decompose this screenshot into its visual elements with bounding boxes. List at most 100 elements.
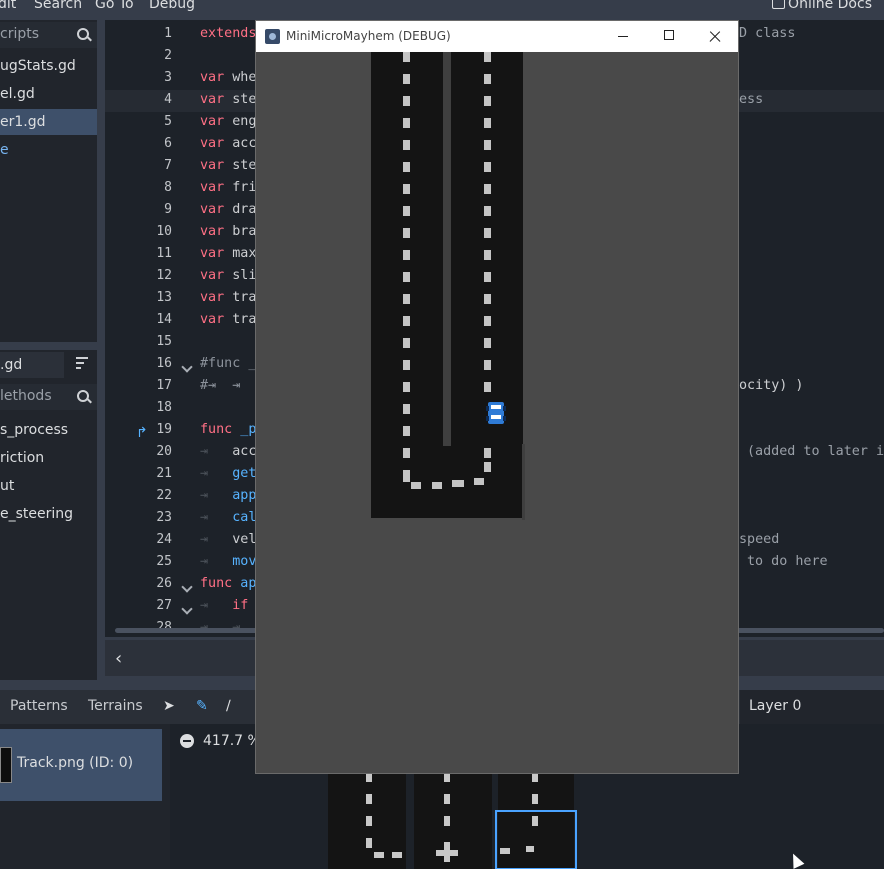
lane-dash xyxy=(484,448,491,458)
menu-bar: dit Search Go To Debug Online Docs xyxy=(0,0,884,14)
script-item[interactable]: ugStats.gd xyxy=(0,53,97,79)
methods-filter[interactable]: lethods xyxy=(0,384,97,410)
code-line: ⇥ app xyxy=(200,488,257,503)
lane-dash xyxy=(403,316,410,326)
fold-arrow-icon[interactable] xyxy=(183,605,191,613)
code-overflow-text: (added to later i xyxy=(747,444,884,459)
tile-source-item[interactable]: Track.png (ID: 0) xyxy=(0,729,162,801)
race-track xyxy=(371,52,525,520)
lane-dash xyxy=(484,96,491,106)
chevron-left-icon[interactable]: ‹ xyxy=(115,648,122,669)
sort-icon[interactable] xyxy=(76,356,90,370)
layer-select[interactable]: Layer 0 xyxy=(740,690,884,724)
menu-debug[interactable]: Debug xyxy=(149,0,195,12)
script-item[interactable]: e xyxy=(0,137,97,163)
method-item[interactable]: s_process xyxy=(0,416,97,444)
lane-dash xyxy=(484,206,491,216)
code-line: var tra xyxy=(200,312,257,327)
line-number: 16 xyxy=(156,356,172,371)
override-arrow-icon: ↱ xyxy=(136,425,148,441)
minimize-button[interactable] xyxy=(600,21,646,52)
fold-arrow-icon[interactable] xyxy=(183,583,191,591)
line-number: 10 xyxy=(156,224,172,239)
external-link-icon xyxy=(772,0,786,9)
lane-dash xyxy=(484,272,491,282)
code-line: func _p xyxy=(200,422,257,437)
line-number: 15 xyxy=(156,334,172,349)
game-viewport[interactable] xyxy=(256,52,738,773)
line-number: 27 xyxy=(156,598,172,613)
lane-dash xyxy=(403,426,410,436)
line-number: 24 xyxy=(156,532,172,547)
maximize-button[interactable] xyxy=(646,21,692,52)
lane-dash xyxy=(452,480,464,487)
code-overflow-text: ess xyxy=(739,92,764,107)
lane-dash xyxy=(403,272,410,282)
lane-dash xyxy=(411,482,421,489)
lane-dash xyxy=(403,448,410,458)
window-titlebar[interactable]: MiniMicroMayhem (DEBUG) xyxy=(256,21,738,52)
lane-dash xyxy=(403,360,410,370)
lane-dash xyxy=(484,74,491,84)
method-item[interactable]: e_steering xyxy=(0,500,97,528)
lane-dash xyxy=(484,228,491,238)
code-line: var bra xyxy=(200,224,257,239)
code-line: var sli xyxy=(200,268,257,283)
line-number: 11 xyxy=(156,246,172,261)
game-window: MiniMicroMayhem (DEBUG) xyxy=(256,21,738,773)
line-number: 19 xyxy=(156,422,172,437)
code-line: #func _ xyxy=(200,356,257,371)
line-number: 4 xyxy=(164,92,172,107)
lane-dash xyxy=(403,162,410,172)
methods-filter-placeholder: lethods xyxy=(0,388,52,404)
current-file-label: .gd xyxy=(0,352,64,378)
layer-label: Layer 0 xyxy=(749,698,802,714)
menu-goto[interactable]: Go To xyxy=(95,0,134,12)
script-filter[interactable]: cripts xyxy=(0,22,97,48)
line-number: 26 xyxy=(156,576,172,591)
menu-search[interactable]: Search xyxy=(34,0,82,12)
code-overflow-text: speed xyxy=(739,532,780,547)
line-number: 13 xyxy=(156,290,172,305)
code-overflow-text: ocity) ) xyxy=(739,378,804,393)
lane-dash xyxy=(484,140,491,150)
method-item[interactable]: ut xyxy=(0,472,97,500)
online-docs-link[interactable]: Online Docs xyxy=(772,0,872,12)
lane-dash xyxy=(484,184,491,194)
line-number: 20 xyxy=(156,444,172,459)
code-line: var max xyxy=(200,246,257,261)
lane-dash xyxy=(474,478,484,485)
lane-dash xyxy=(403,250,410,260)
lane-dash xyxy=(403,228,410,238)
line-number: 2 xyxy=(164,48,172,63)
fold-arrow-icon[interactable] xyxy=(183,363,191,371)
menu-edit[interactable]: dit xyxy=(0,0,16,12)
tile-thumbnail xyxy=(0,747,12,783)
lane-dash xyxy=(484,162,491,172)
close-button[interactable] xyxy=(692,21,738,52)
code-line: var fri xyxy=(200,180,257,195)
code-line: var ste xyxy=(200,158,257,173)
online-docs-label: Online Docs xyxy=(788,0,872,12)
paint-tool-icon[interactable]: ✎ xyxy=(196,698,212,714)
script-item[interactable]: el.gd xyxy=(0,81,97,107)
methods-panel: .gd lethods s_process riction ut e_steer… xyxy=(0,350,97,680)
tab-terrains[interactable]: Terrains xyxy=(88,698,143,714)
lane-dash xyxy=(403,472,410,482)
method-item[interactable]: riction xyxy=(0,444,97,472)
script-filter-placeholder: cripts xyxy=(0,26,40,42)
window-title: MiniMicroMayhem (DEBUG) xyxy=(286,29,451,43)
line-tool-icon[interactable]: ∕ xyxy=(226,698,242,714)
search-icon xyxy=(77,390,89,402)
lane-dash xyxy=(403,74,410,84)
code-line: var whe xyxy=(200,70,257,85)
lane-dash xyxy=(403,118,410,128)
script-item-selected[interactable]: er1.gd xyxy=(0,109,97,135)
lane-dash xyxy=(403,184,410,194)
lane-dash xyxy=(484,118,491,128)
line-number: 8 xyxy=(164,180,172,195)
tab-patterns[interactable]: Patterns xyxy=(10,698,68,714)
line-number: 23 xyxy=(156,510,172,525)
select-tool-icon[interactable]: ➤ xyxy=(163,698,179,714)
lane-dash xyxy=(484,382,491,392)
